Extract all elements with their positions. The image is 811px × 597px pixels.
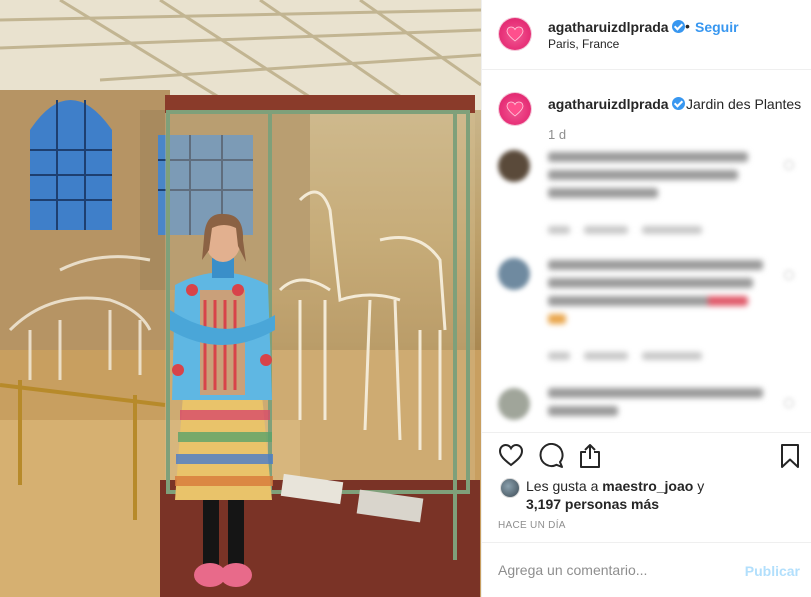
share-icon[interactable]: [578, 443, 602, 469]
comment-icon[interactable]: [538, 443, 564, 469]
comment-form: Publicar: [482, 542, 811, 597]
liker-username[interactable]: maestro_joao: [602, 478, 693, 494]
caption-avatar-heart-icon: [506, 101, 524, 117]
post-actions-bar: [482, 432, 811, 476]
comment-meta-blurred: [548, 226, 702, 234]
commenter-avatar[interactable]: [498, 388, 530, 420]
caption-avatar[interactable]: [499, 93, 531, 125]
caption-age: 1 d: [548, 127, 567, 142]
post-timestamp[interactable]: HACE UN DÍA: [498, 520, 566, 531]
verified-icon: [671, 20, 685, 33]
liker-avatar[interactable]: [500, 478, 520, 498]
likes-prefix: Les gusta a: [526, 478, 599, 494]
comment-like-icon[interactable]: [784, 270, 794, 280]
comment-like-icon[interactable]: [784, 160, 794, 170]
heart-icon[interactable]: [498, 443, 524, 467]
caption-verified-icon: [671, 97, 685, 110]
commenter-avatar[interactable]: [498, 150, 530, 182]
comment-item: [498, 150, 798, 240]
author-avatar[interactable]: [499, 18, 531, 50]
header-separator: •: [685, 18, 690, 34]
avatar-heart-icon: [506, 26, 524, 42]
caption-text: Jardin des Plantes: [686, 96, 802, 112]
publish-button[interactable]: Publicar: [745, 563, 800, 579]
comment-input[interactable]: [498, 562, 728, 578]
comment-text-blurred: [548, 388, 763, 424]
bookmark-icon[interactable]: [779, 443, 801, 469]
caption-username-text[interactable]: agatharuizdlprada: [548, 96, 669, 112]
comment-item: [498, 386, 798, 426]
comment-text-blurred: [548, 152, 748, 206]
comment-meta-blurred: [548, 352, 702, 360]
post-location[interactable]: Paris, France: [548, 37, 619, 51]
likes-summary: Les gusta a maestro_joao y 3,197 persona…: [526, 477, 796, 513]
comment-text-blurred: [548, 260, 763, 332]
author-username[interactable]: agatharuizdlprada: [548, 19, 685, 35]
museum-photo-illustration: [0, 0, 481, 597]
likes-count[interactable]: 3,197 personas más: [526, 496, 659, 512]
post-header: agatharuizdlprada • Seguir Paris, France: [482, 0, 811, 70]
comment-item: [498, 258, 798, 368]
post-photo[interactable]: [0, 0, 481, 597]
comment-like-icon[interactable]: [784, 398, 794, 408]
author-username-text[interactable]: agatharuizdlprada: [548, 19, 669, 35]
likes-suffix: y: [697, 478, 705, 494]
commenter-avatar[interactable]: [498, 258, 530, 290]
follow-button[interactable]: Seguir: [695, 19, 739, 35]
caption-username[interactable]: agatharuizdlprada: [548, 96, 685, 112]
post-side-panel: agatharuizdlprada • Seguir Paris, France…: [481, 0, 811, 597]
